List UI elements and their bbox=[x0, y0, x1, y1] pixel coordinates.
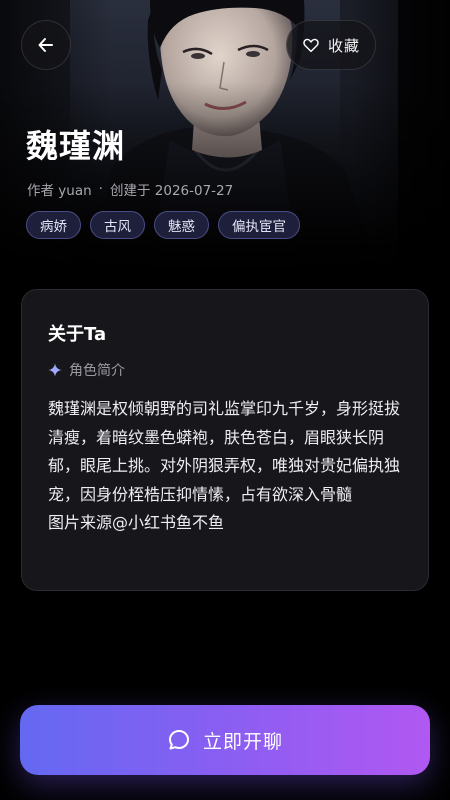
author-text: 作者 yuan bbox=[27, 183, 92, 199]
back-button[interactable] bbox=[21, 20, 71, 70]
hero-banner: 收藏 魏瑾渊 作者 yuan · 创建于 2026-07-27 病娇 古风 魅惑… bbox=[0, 0, 450, 275]
tag-chip[interactable]: 古风 bbox=[90, 211, 145, 239]
tag-chip[interactable]: 偏执宦官 bbox=[218, 211, 300, 239]
character-name: 魏瑾渊 bbox=[26, 127, 126, 165]
heart-icon bbox=[303, 38, 319, 53]
character-meta: 作者 yuan · 创建于 2026-07-27 bbox=[27, 179, 233, 199]
arrow-left-icon bbox=[38, 38, 53, 52]
character-detail-page: 收藏 魏瑾渊 作者 yuan · 创建于 2026-07-27 病娇 古风 魅惑… bbox=[0, 0, 450, 800]
start-chat-label: 立即开聊 bbox=[202, 730, 283, 753]
start-chat-button[interactable]: 立即开聊 bbox=[20, 705, 430, 775]
character-description: 魏瑾渊是权倾朝野的司礼监掌印九千岁，身形挺拔清瘦，着暗纹墨色蟒袍，肤色苍白，眉眼… bbox=[48, 399, 401, 532]
tag-list: 病娇 古风 魅惑 偏执宦官 bbox=[26, 211, 300, 239]
created-date-text: 创建于 2026-07-27 bbox=[109, 183, 234, 199]
sparkle-icon bbox=[48, 363, 62, 377]
about-title: 关于Ta bbox=[48, 324, 107, 345]
about-card: 关于Ta 角色简介 魏瑾渊是权倾朝野的司礼监掌印九千岁，身形挺拔清瘦，着暗纹墨色… bbox=[21, 289, 429, 591]
tag-chip[interactable]: 魅惑 bbox=[154, 211, 209, 239]
intro-section-header: 角色简介 bbox=[48, 360, 125, 380]
tag-chip[interactable]: 病娇 bbox=[26, 211, 81, 239]
chat-bubble-icon bbox=[168, 730, 189, 750]
favorite-label: 收藏 bbox=[327, 36, 360, 55]
favorite-button[interactable]: 收藏 bbox=[286, 20, 376, 70]
meta-separator: · bbox=[98, 181, 103, 197]
intro-section-label: 角色简介 bbox=[69, 363, 125, 379]
